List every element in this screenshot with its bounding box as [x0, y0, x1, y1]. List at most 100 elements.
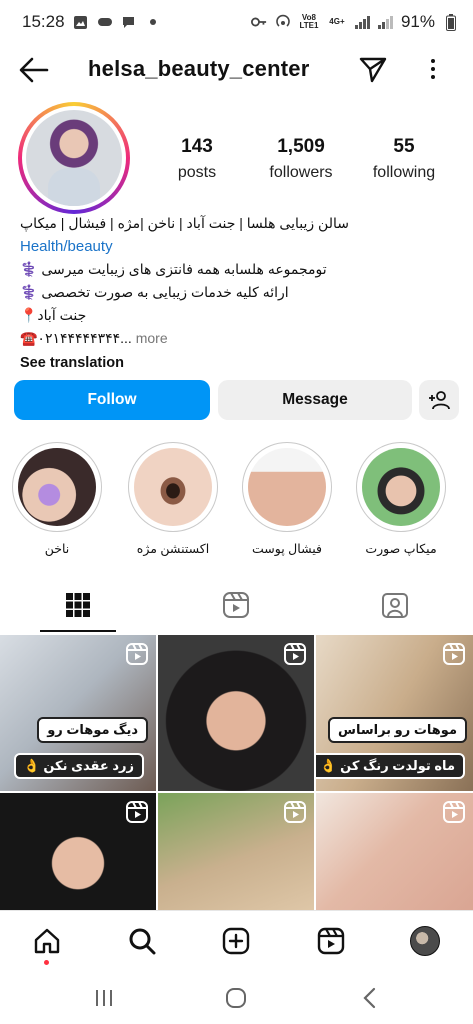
bio-category: Health/beauty [20, 238, 113, 255]
message-button[interactable]: Message [218, 380, 412, 420]
home-icon [34, 928, 60, 954]
chat-icon [121, 14, 137, 30]
post-thumbnail[interactable]: دیگ موهات رو زرد عقدی نکن 👌 [0, 635, 156, 791]
system-navigation-bar [0, 972, 473, 1024]
tab-tagged[interactable] [380, 590, 410, 620]
highlight-label: اکستنشن مژه [136, 542, 210, 556]
highlight-cover [134, 448, 212, 526]
signal-icon [354, 15, 370, 29]
profile-tabs [0, 584, 473, 632]
reels-icon [317, 927, 345, 955]
post-caption-1: موهات رو براساس [328, 717, 467, 743]
highlight-cover [18, 448, 96, 526]
profile-avatar-icon [410, 926, 440, 956]
bio-line-3: ارائه کلیه خدمات زیبایی به صورت تخصصی ⚕️ [20, 284, 289, 300]
highlight-cover [362, 448, 440, 526]
back-arrow-icon [19, 57, 49, 83]
volte-indicator: Vo8 LTE1 [299, 14, 319, 30]
bio-line-2: تومجموعه هلسابه همه فانتزی های زیبایت می… [20, 261, 327, 277]
tab-reels[interactable] [221, 590, 251, 620]
highlight-facial[interactable]: فیشال پوست [242, 442, 332, 556]
bio-line-1: سالن زیبایی هلسا | جنت آباد | ناخن |مژه … [20, 215, 349, 231]
followers-count[interactable]: 1,509 followers [241, 136, 361, 182]
highlight-lash-extension[interactable]: اکستنشن مژه [128, 442, 218, 556]
reel-badge-icon [443, 643, 465, 665]
highlight-label: فیشال پوست [252, 542, 322, 556]
highlight-cover [248, 448, 326, 526]
create-post-icon [222, 927, 250, 955]
nav-create[interactable] [220, 925, 252, 957]
post-caption-2: ماه تولدت رنگ کن 👌 [316, 753, 465, 779]
reel-badge-icon [126, 643, 148, 665]
reel-badge-icon [284, 801, 306, 823]
signal-icon-2 [377, 15, 393, 29]
tab-posts-grid[interactable] [63, 590, 93, 620]
posts-count[interactable]: 143 posts [137, 136, 257, 182]
chevron-left-icon [363, 987, 376, 1009]
profile-avatar[interactable] [18, 102, 130, 214]
add-person-icon [429, 391, 450, 410]
lte-label: LTE1 [299, 21, 319, 30]
reel-badge-icon [443, 801, 465, 823]
highlight-makeup[interactable]: میکاپ صورت [356, 442, 446, 556]
post-caption-1: دیگ موهات رو [37, 717, 148, 743]
following-count-label: following [372, 164, 436, 181]
suggested-accounts-button[interactable] [419, 380, 459, 420]
reel-badge-icon [284, 643, 306, 665]
status-time: 15:28 [22, 12, 65, 31]
status-bar: 15:28 Vo8 LTE1 4G+ 91% [0, 0, 473, 44]
dot-icon [431, 75, 435, 79]
gallery-icon [73, 14, 89, 30]
share-button[interactable] [358, 54, 388, 84]
follow-button[interactable]: Follow [14, 380, 210, 420]
home-system-button[interactable] [225, 984, 247, 1012]
home-circle-icon [226, 988, 246, 1008]
notification-dot [44, 960, 49, 965]
bottom-navigation [0, 910, 473, 972]
recent-apps-icon [96, 990, 112, 1006]
post-thumbnail[interactable] [158, 635, 314, 791]
dot-icon [145, 14, 161, 30]
post-thumbnail[interactable] [158, 793, 314, 910]
bio-phone-line: ☎️۰۲۱۴۴۴۴۴۳۴۴... more [20, 327, 460, 350]
profile-bio: سالن زیبایی هلسا | جنت آباد | ناخن |مژه … [20, 212, 460, 375]
bio-more-link[interactable]: more [136, 330, 168, 346]
send-icon [359, 57, 387, 83]
posts-count-label: posts [177, 164, 217, 181]
back-system-button[interactable] [358, 984, 380, 1012]
back-button[interactable] [18, 56, 50, 84]
hotspot-icon [275, 14, 291, 30]
posts-grid: دیگ موهات رو زرد عقدی نکن 👌 موهات رو برا… [0, 635, 473, 910]
more-options-button[interactable] [424, 54, 442, 84]
grid-icon [66, 593, 90, 617]
dot-icon [431, 67, 435, 71]
avatar-photo [26, 110, 122, 206]
highlight-nails[interactable]: ناخن [12, 442, 102, 556]
network-type: 4G+ [329, 17, 345, 26]
active-tab-indicator [40, 630, 116, 632]
bio-phone: ☎️۰۲۱۴۴۴۴۴۳۴۴... [20, 330, 132, 346]
recent-apps-button[interactable] [93, 984, 115, 1012]
tagged-person-icon [382, 593, 408, 618]
posts-count-value: 143 [181, 136, 213, 157]
highlight-label: میکاپ صورت [365, 542, 437, 556]
profile-header: helsa_beauty_center [0, 44, 473, 96]
see-translation-link[interactable]: See translation [20, 352, 460, 375]
key-icon [250, 14, 267, 30]
following-count[interactable]: 55 following [344, 136, 464, 182]
post-thumbnail[interactable]: موهات رو براساس ماه تولدت رنگ کن 👌 [316, 635, 473, 791]
dot-icon [431, 59, 435, 63]
post-thumbnail[interactable] [316, 793, 473, 910]
followers-count-label: followers [269, 164, 333, 181]
game-icon [97, 14, 113, 30]
battery-percent: 91% [400, 12, 435, 31]
search-icon [129, 928, 156, 955]
nav-reels[interactable] [315, 925, 347, 957]
highlight-label: ناخن [44, 542, 70, 556]
nav-home[interactable] [31, 925, 63, 957]
nav-search[interactable] [126, 925, 158, 957]
post-thumbnail[interactable] [0, 793, 156, 910]
nav-profile[interactable] [409, 925, 441, 957]
reel-badge-icon [126, 801, 148, 823]
followers-count-value: 1,509 [277, 136, 325, 157]
